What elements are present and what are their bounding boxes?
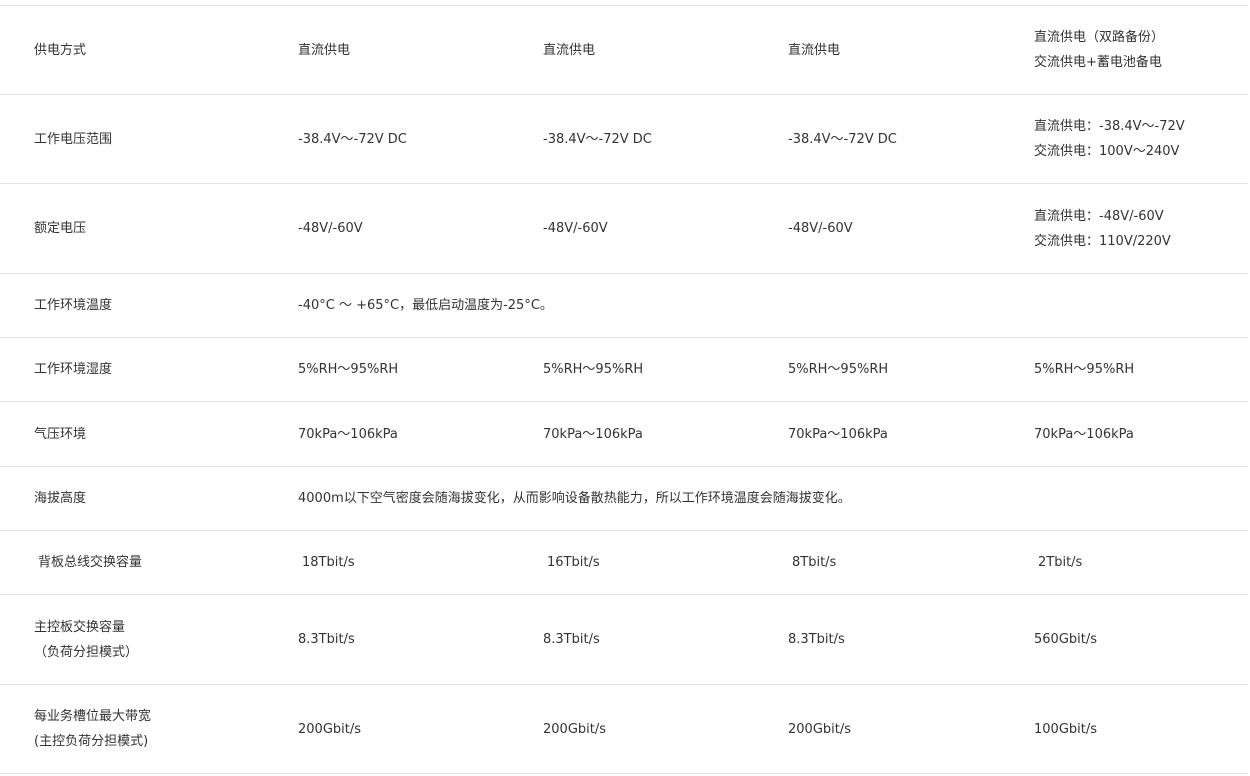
table-cell: 70kPa～106kPa: [1034, 426, 1134, 442]
table-row-backplane-capacity: 背板总线交换容量 18Tbit/s 16Tbit/s 8Tbit/s 2Tbit…: [0, 531, 1248, 595]
table-cell: 直流供电: [788, 42, 841, 58]
row-label: 工作环境湿度: [34, 362, 113, 377]
table-cell: 560Gbit/s: [1034, 632, 1098, 647]
label-line: 主控板交换容量: [34, 619, 126, 635]
label-line: 每业务槽位最大带宽: [34, 709, 152, 724]
row-label: 海拔高度: [34, 491, 87, 506]
table-cell: 直流供电（双路备份） 交流供电+蓄电池备电: [1034, 6, 1164, 94]
row-label: 每业务槽位最大带宽 (主控负荷分担模式): [34, 685, 151, 773]
table-row-power-supply: 供电方式 直流供电 直流供电 直流供电 直流供电（双路备份） 交流供电+蓄电池备…: [0, 5, 1248, 95]
table-cell: -38.4V～-72V DC: [543, 131, 652, 147]
cell-line: 交流供电：100V～240V: [1034, 144, 1180, 159]
table-cell: 直流供电: [298, 42, 351, 58]
label-line: (主控负荷分担模式): [34, 734, 149, 749]
table-row-voltage-range: 工作电压范围 -38.4V～-72V DC -38.4V～-72V DC -38…: [0, 95, 1248, 184]
table-cell: 18Tbit/s: [302, 555, 355, 570]
row-label: 工作电压范围: [34, 131, 113, 147]
row-label: 工作环境温度: [34, 298, 113, 313]
table-cell: 70kPa～106kPa: [543, 426, 643, 442]
table-cell: 2Tbit/s: [1038, 555, 1083, 570]
table-cell: 5%RH～95%RH: [788, 362, 889, 377]
table-cell: 200Gbit/s: [788, 721, 852, 737]
table-cell: 直流供电：-48V/-60V 交流供电：110V/220V: [1034, 184, 1171, 273]
merged-cell: 4000m以下空气密度会随海拔变化，从而影响设备散热能力，所以工作环境温度会随海…: [298, 491, 851, 506]
table-cell: -48V/-60V: [788, 221, 853, 236]
table-cell: -38.4V～-72V DC: [298, 131, 407, 147]
table-cell: 8.3Tbit/s: [298, 632, 355, 647]
table-row-temperature: 工作环境温度 -40°C ～ +65°C，最低启动温度为-25°C。: [0, 274, 1248, 338]
table-cell: 8.3Tbit/s: [543, 632, 600, 647]
cell-line: 交流供电：110V/220V: [1034, 233, 1171, 249]
table-cell: -48V/-60V: [298, 221, 363, 236]
table-cell: 8Tbit/s: [792, 555, 837, 570]
row-label: 供电方式: [34, 42, 87, 58]
table-row-mpu-capacity: 主控板交换容量 （负荷分担模式） 8.3Tbit/s 8.3Tbit/s 8.3…: [0, 595, 1248, 685]
table-cell: 8.3Tbit/s: [788, 632, 845, 647]
cell-line: 交流供电+蓄电池备电: [1034, 55, 1162, 70]
cell-line: 直流供电：-48V/-60V: [1034, 208, 1164, 224]
table-cell: 200Gbit/s: [298, 721, 362, 737]
cell-line: 直流供电：-38.4V～-72V: [1034, 119, 1185, 134]
row-label: 背板总线交换容量: [38, 555, 143, 570]
table-cell: 5%RH～95%RH: [1034, 362, 1135, 377]
spec-table: 供电方式 直流供电 直流供电 直流供电 直流供电（双路备份） 交流供电+蓄电池备…: [0, 5, 1248, 774]
table-row-altitude: 海拔高度 4000m以下空气密度会随海拔变化，从而影响设备散热能力，所以工作环境…: [0, 467, 1248, 531]
table-cell: 5%RH～95%RH: [298, 362, 399, 377]
cell-line: 直流供电（双路备份）: [1034, 30, 1165, 45]
table-cell: -38.4V～-72V DC: [788, 131, 897, 147]
table-row-slot-bandwidth: 每业务槽位最大带宽 (主控负荷分担模式) 200Gbit/s 200Gbit/s…: [0, 685, 1248, 774]
row-label: 额定电压: [34, 221, 87, 236]
table-row-humidity: 工作环境湿度 5%RH～95%RH 5%RH～95%RH 5%RH～95%RH …: [0, 338, 1248, 402]
table-cell: 5%RH～95%RH: [543, 362, 644, 377]
table-cell: 16Tbit/s: [547, 555, 600, 570]
table-cell: 70kPa～106kPa: [298, 426, 398, 442]
table-cell: -48V/-60V: [543, 221, 608, 236]
table-row-rated-voltage: 额定电压 -48V/-60V -48V/-60V -48V/-60V 直流供电：…: [0, 184, 1248, 274]
table-cell: 直流供电：-38.4V～-72V 交流供电：100V～240V: [1034, 95, 1185, 183]
table-cell: 直流供电: [543, 42, 596, 58]
table-cell: 100Gbit/s: [1034, 721, 1098, 737]
table-row-air-pressure: 气压环境 70kPa～106kPa 70kPa～106kPa 70kPa～106…: [0, 402, 1248, 467]
row-label: 主控板交换容量 （负荷分担模式）: [34, 595, 138, 684]
table-cell: 70kPa～106kPa: [788, 426, 888, 442]
label-line: （负荷分担模式）: [34, 644, 139, 660]
table-cell: 200Gbit/s: [543, 721, 607, 737]
merged-cell: -40°C ～ +65°C，最低启动温度为-25°C。: [298, 298, 553, 313]
row-label: 气压环境: [34, 426, 87, 442]
